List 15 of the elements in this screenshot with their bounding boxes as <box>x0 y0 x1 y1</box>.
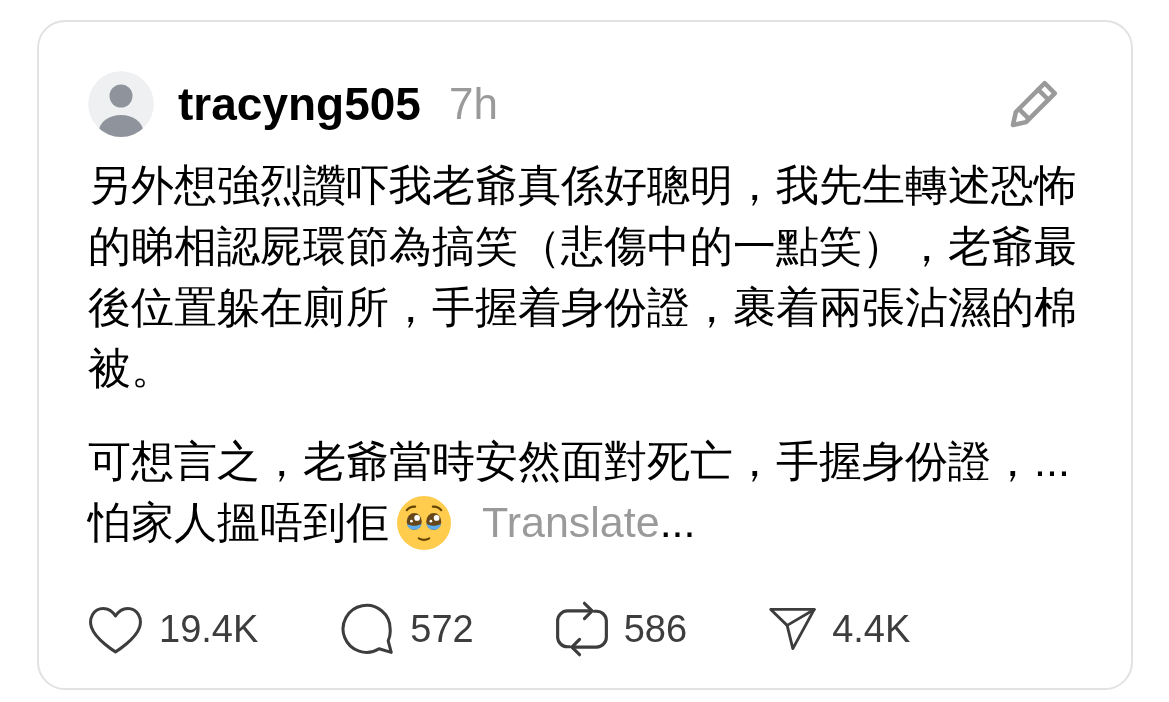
post-time: 7h <box>448 82 498 126</box>
avatar-icon[interactable] <box>88 71 154 137</box>
share-button[interactable]: 4.4K <box>769 607 911 651</box>
repost-button[interactable]: 586 <box>555 601 688 657</box>
repost-arrows-icon <box>555 601 608 657</box>
post-excerpt-line: 可想言之，老爺當時安然面對死亡，手握身份證，... <box>88 436 1070 487</box>
reply-button[interactable]: 572 <box>340 602 474 656</box>
like-button[interactable]: 19.4K <box>88 603 259 655</box>
post-paragraph: 另外想強烈讚吓我老爺真係好聰明，我先生轉述恐怖的睇相認屍環節為搞笑（悲傷中的一點笑），老爺最後位置躲在廁所，手握着身份證，裹着兩張沾濕的棉被。 <box>88 160 1078 394</box>
paper-plane-icon <box>769 607 817 651</box>
teary-face-icon <box>397 495 451 550</box>
speech-bubble-icon <box>340 602 395 656</box>
pencil-icon[interactable] <box>1010 80 1058 128</box>
more-ellipsis[interactable]: ... <box>659 492 696 553</box>
post-excerpt-line: 怕家人搵唔到佢 <box>88 497 389 548</box>
